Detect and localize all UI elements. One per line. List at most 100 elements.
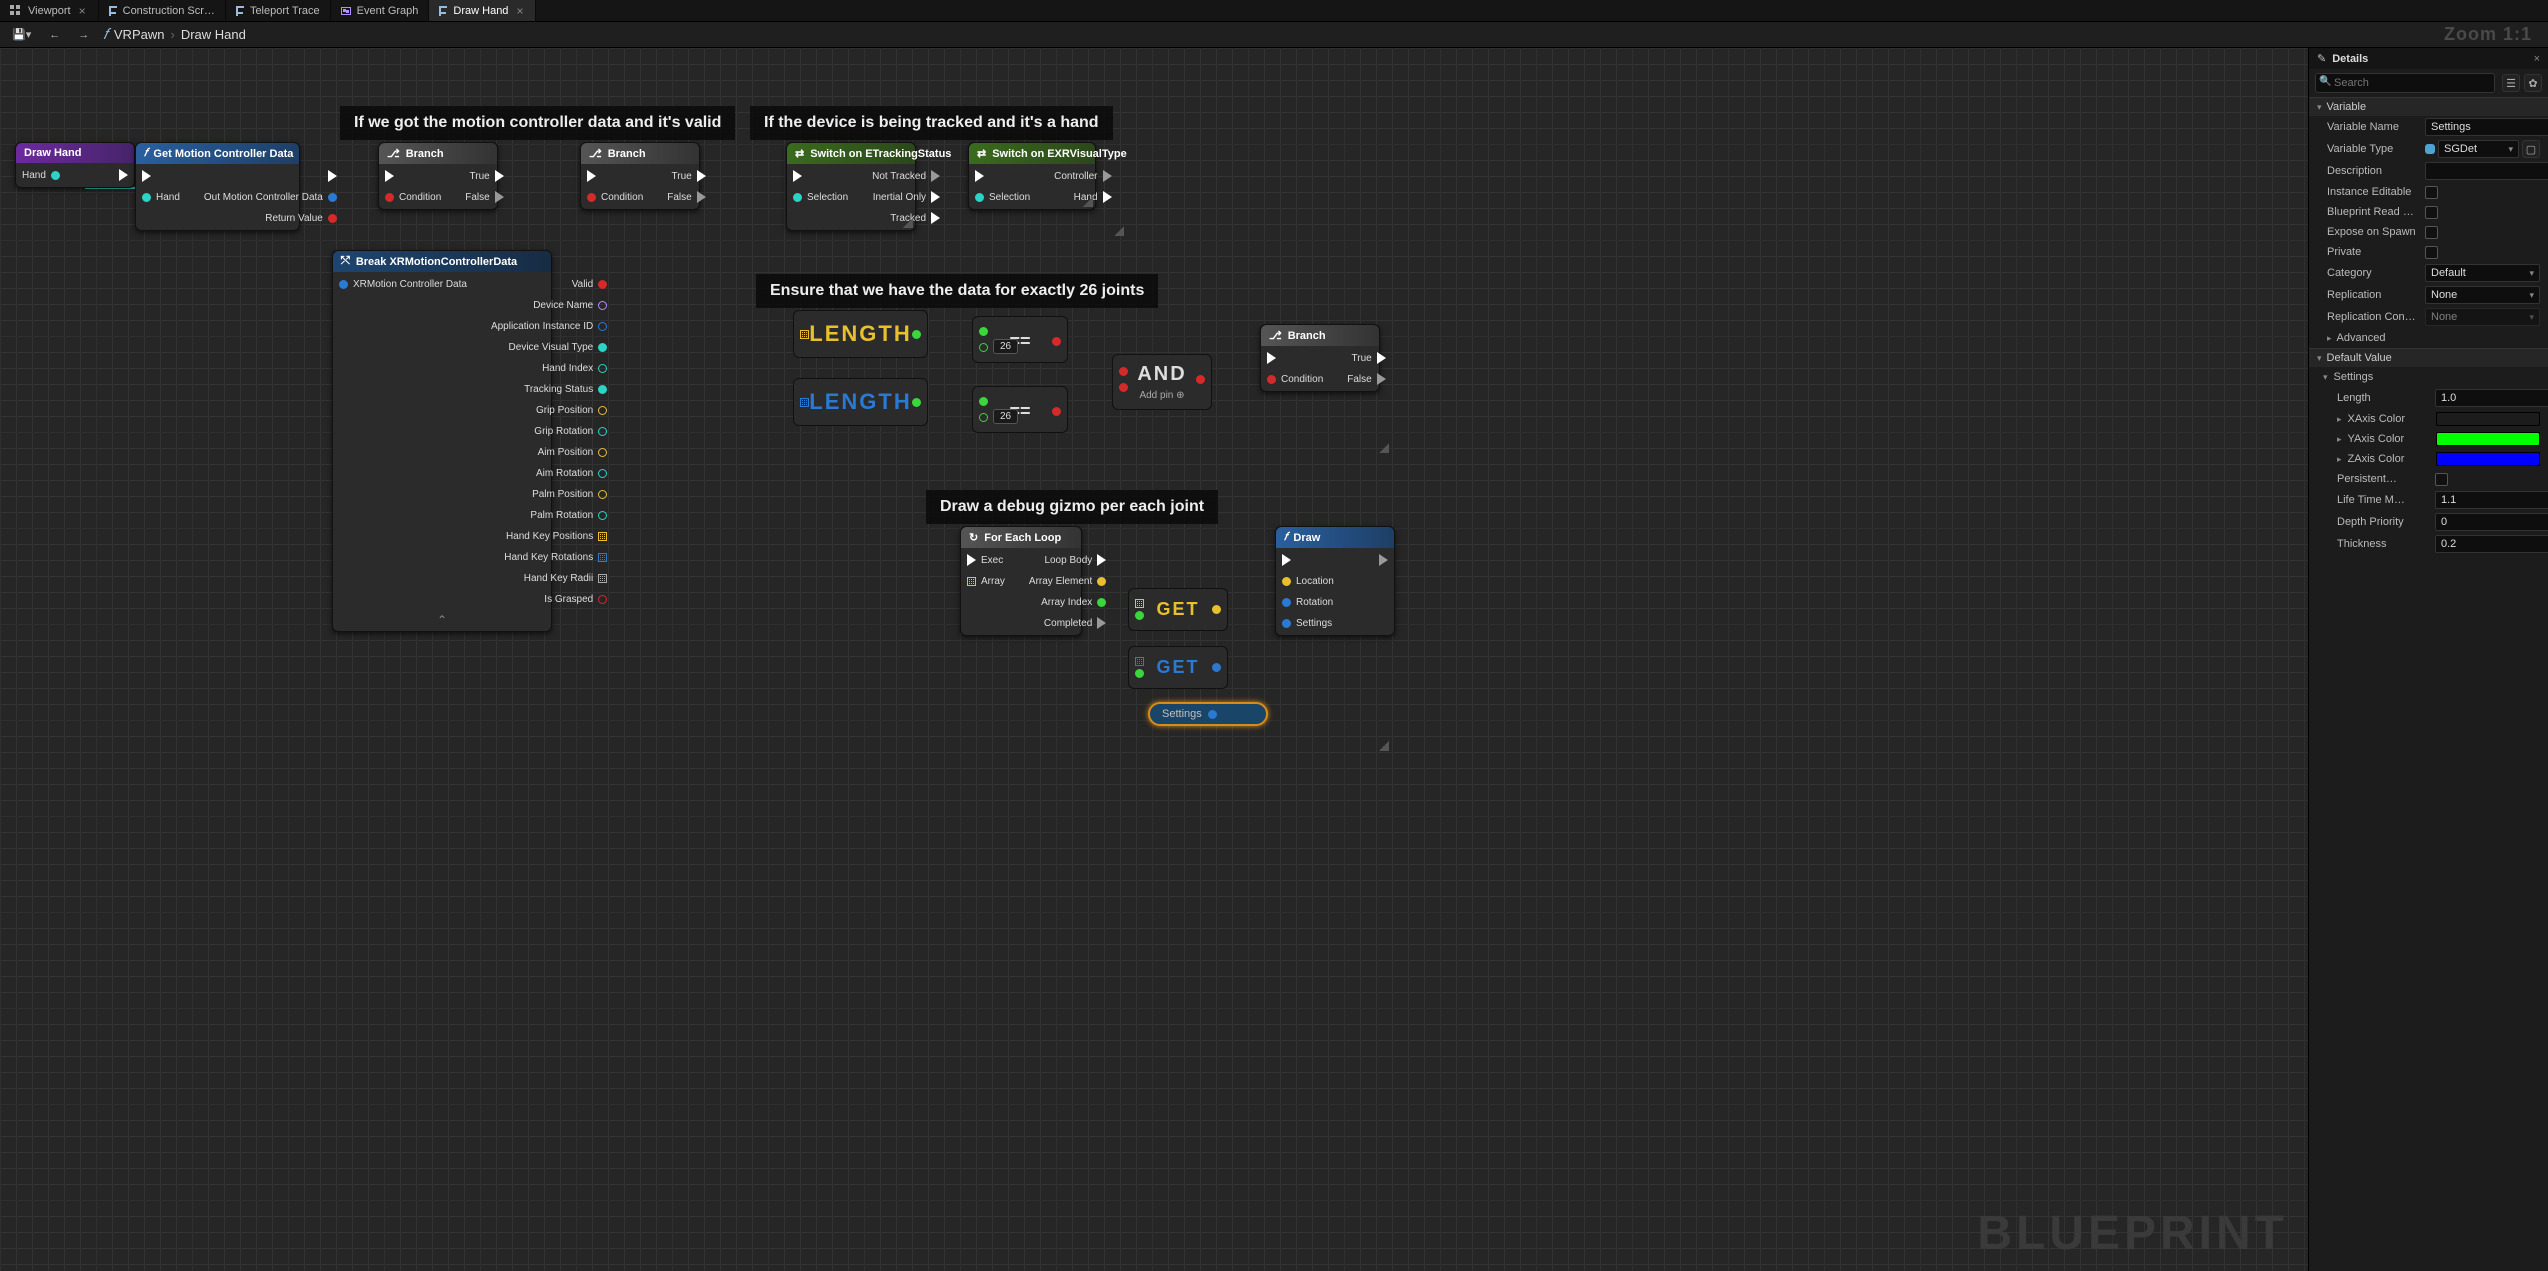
data-pin[interactable]: [975, 193, 984, 202]
node-equals-1[interactable]: == 26: [972, 316, 1068, 363]
node-branch-1[interactable]: ⎇Branch Condition True False: [378, 142, 498, 210]
tab-construction[interactable]: Construction Scr…: [99, 0, 226, 21]
exec-pin[interactable]: [328, 170, 337, 182]
breadcrumb-leaf[interactable]: Draw Hand: [181, 27, 246, 42]
exec-pin[interactable]: [385, 170, 394, 182]
comment-4[interactable]: Draw a debug gizmo per each joint: [926, 490, 1218, 524]
filter-button[interactable]: ☰: [2502, 74, 2520, 92]
data-pin[interactable]: [1119, 383, 1128, 392]
data-pin[interactable]: [51, 171, 60, 180]
exec-pin[interactable]: [142, 170, 151, 182]
exec-pin[interactable]: [1377, 352, 1386, 364]
section-variable[interactable]: Variable: [2309, 97, 2548, 116]
tab-teleport[interactable]: Teleport Trace: [226, 0, 331, 21]
lifetime-input[interactable]: [2435, 491, 2548, 509]
tab-eventgraph[interactable]: Event Graph: [331, 0, 430, 21]
exec-pin[interactable]: [697, 170, 706, 182]
checkbox[interactable]: [2425, 246, 2438, 259]
node-draw-hand-entry[interactable]: Draw Hand Hand: [15, 142, 135, 188]
container-icon[interactable]: ▢: [2522, 140, 2540, 158]
value-box[interactable]: 26: [993, 339, 1018, 354]
comment-3[interactable]: Ensure that we have the data for exactly…: [756, 274, 1158, 308]
tab-drawhand[interactable]: Draw Hand ×: [429, 0, 536, 21]
data-pin[interactable]: [912, 398, 921, 407]
data-pin[interactable]: [1208, 710, 1217, 719]
exec-pin[interactable]: [1282, 554, 1291, 566]
data-pin[interactable]: [328, 214, 337, 223]
depth-input[interactable]: [2435, 513, 2548, 531]
category-dropdown[interactable]: Default: [2425, 264, 2540, 282]
node-branch-2[interactable]: ⎇Branch Condition True False: [580, 142, 700, 210]
data-pin[interactable]: [598, 364, 607, 373]
variable-name-input[interactable]: [2425, 118, 2548, 136]
save-dropdown[interactable]: 💾▾: [8, 26, 35, 43]
node-and[interactable]: AND Add pin ⊕: [1112, 354, 1212, 410]
data-pin[interactable]: [598, 385, 607, 394]
data-pin[interactable]: [979, 413, 988, 422]
data-pin[interactable]: [1052, 407, 1061, 416]
data-pin[interactable]: [598, 406, 607, 415]
data-pin[interactable]: [1119, 367, 1128, 376]
nav-forward-button[interactable]: →: [74, 27, 93, 43]
data-pin[interactable]: [1282, 598, 1291, 607]
node-draw[interactable]: 𝑓Draw Location Rotation Settings: [1275, 526, 1395, 636]
section-default-value[interactable]: Default Value: [2309, 348, 2548, 367]
data-pin[interactable]: [598, 511, 607, 520]
data-pin[interactable]: [912, 330, 921, 339]
array-pin[interactable]: [1135, 657, 1144, 666]
data-pin[interactable]: [142, 193, 151, 202]
exec-pin[interactable]: [975, 170, 984, 182]
data-pin[interactable]: [1196, 375, 1205, 384]
node-length-2[interactable]: LENGTH: [793, 378, 928, 426]
thickness-input[interactable]: [2435, 535, 2548, 553]
replication-cond-dropdown[interactable]: None: [2425, 308, 2540, 326]
data-pin[interactable]: [979, 397, 988, 406]
exec-pin[interactable]: [967, 554, 976, 566]
node-get-2[interactable]: GET: [1128, 646, 1228, 689]
data-pin[interactable]: [1097, 598, 1106, 607]
exec-pin[interactable]: [931, 191, 940, 203]
description-input[interactable]: [2425, 162, 2548, 180]
data-pin[interactable]: [598, 280, 607, 289]
data-pin[interactable]: [1135, 669, 1144, 678]
variable-type-dropdown[interactable]: SGDet: [2438, 140, 2519, 158]
array-pin[interactable]: [1135, 599, 1144, 608]
node-break-xr[interactable]: ⤲Break XRMotionControllerData XRMotion C…: [332, 250, 552, 632]
data-pin[interactable]: [598, 595, 607, 604]
node-get-1[interactable]: GET: [1128, 588, 1228, 631]
resize-handle[interactable]: [1114, 226, 1124, 236]
array-pin[interactable]: [800, 398, 809, 407]
close-icon[interactable]: ×: [514, 4, 525, 18]
array-pin[interactable]: [800, 330, 809, 339]
data-pin[interactable]: [979, 327, 988, 336]
value-box[interactable]: 26: [993, 409, 1018, 424]
exec-pin[interactable]: [119, 169, 128, 181]
node-equals-2[interactable]: == 26: [972, 386, 1068, 433]
node-switch-visual[interactable]: ⇄Switch on EXRVisualType Selection Contr…: [968, 142, 1096, 210]
exec-pin[interactable]: [1379, 554, 1388, 566]
nav-back-button[interactable]: ←: [45, 27, 64, 43]
search-input[interactable]: [2315, 73, 2495, 93]
array-pin[interactable]: [598, 532, 607, 541]
data-pin[interactable]: [1212, 663, 1221, 672]
resize-handle[interactable]: [1379, 443, 1389, 453]
exec-pin[interactable]: [1097, 554, 1106, 566]
exec-pin[interactable]: [1103, 191, 1112, 203]
data-pin[interactable]: [598, 322, 607, 331]
checkbox[interactable]: [2425, 186, 2438, 199]
checkbox[interactable]: [2425, 206, 2438, 219]
comment-1[interactable]: If we got the motion controller data and…: [340, 106, 735, 140]
color-swatch[interactable]: [2436, 432, 2540, 446]
node-switch-tracking[interactable]: ⇄Switch on ETrackingStatus Selection Not…: [786, 142, 916, 231]
array-pin[interactable]: [967, 577, 976, 586]
data-pin[interactable]: [1212, 605, 1221, 614]
breadcrumb-root[interactable]: VRPawn: [114, 27, 165, 42]
graph-canvas[interactable]: If we got the motion controller data and…: [0, 48, 2308, 1271]
exec-pin[interactable]: [1267, 352, 1276, 364]
exec-pin[interactable]: [1103, 170, 1112, 182]
array-pin[interactable]: [598, 574, 607, 583]
exec-pin[interactable]: [793, 170, 802, 182]
data-pin[interactable]: [598, 427, 607, 436]
comment-2[interactable]: If the device is being tracked and it's …: [750, 106, 1113, 140]
data-pin[interactable]: [587, 193, 596, 202]
